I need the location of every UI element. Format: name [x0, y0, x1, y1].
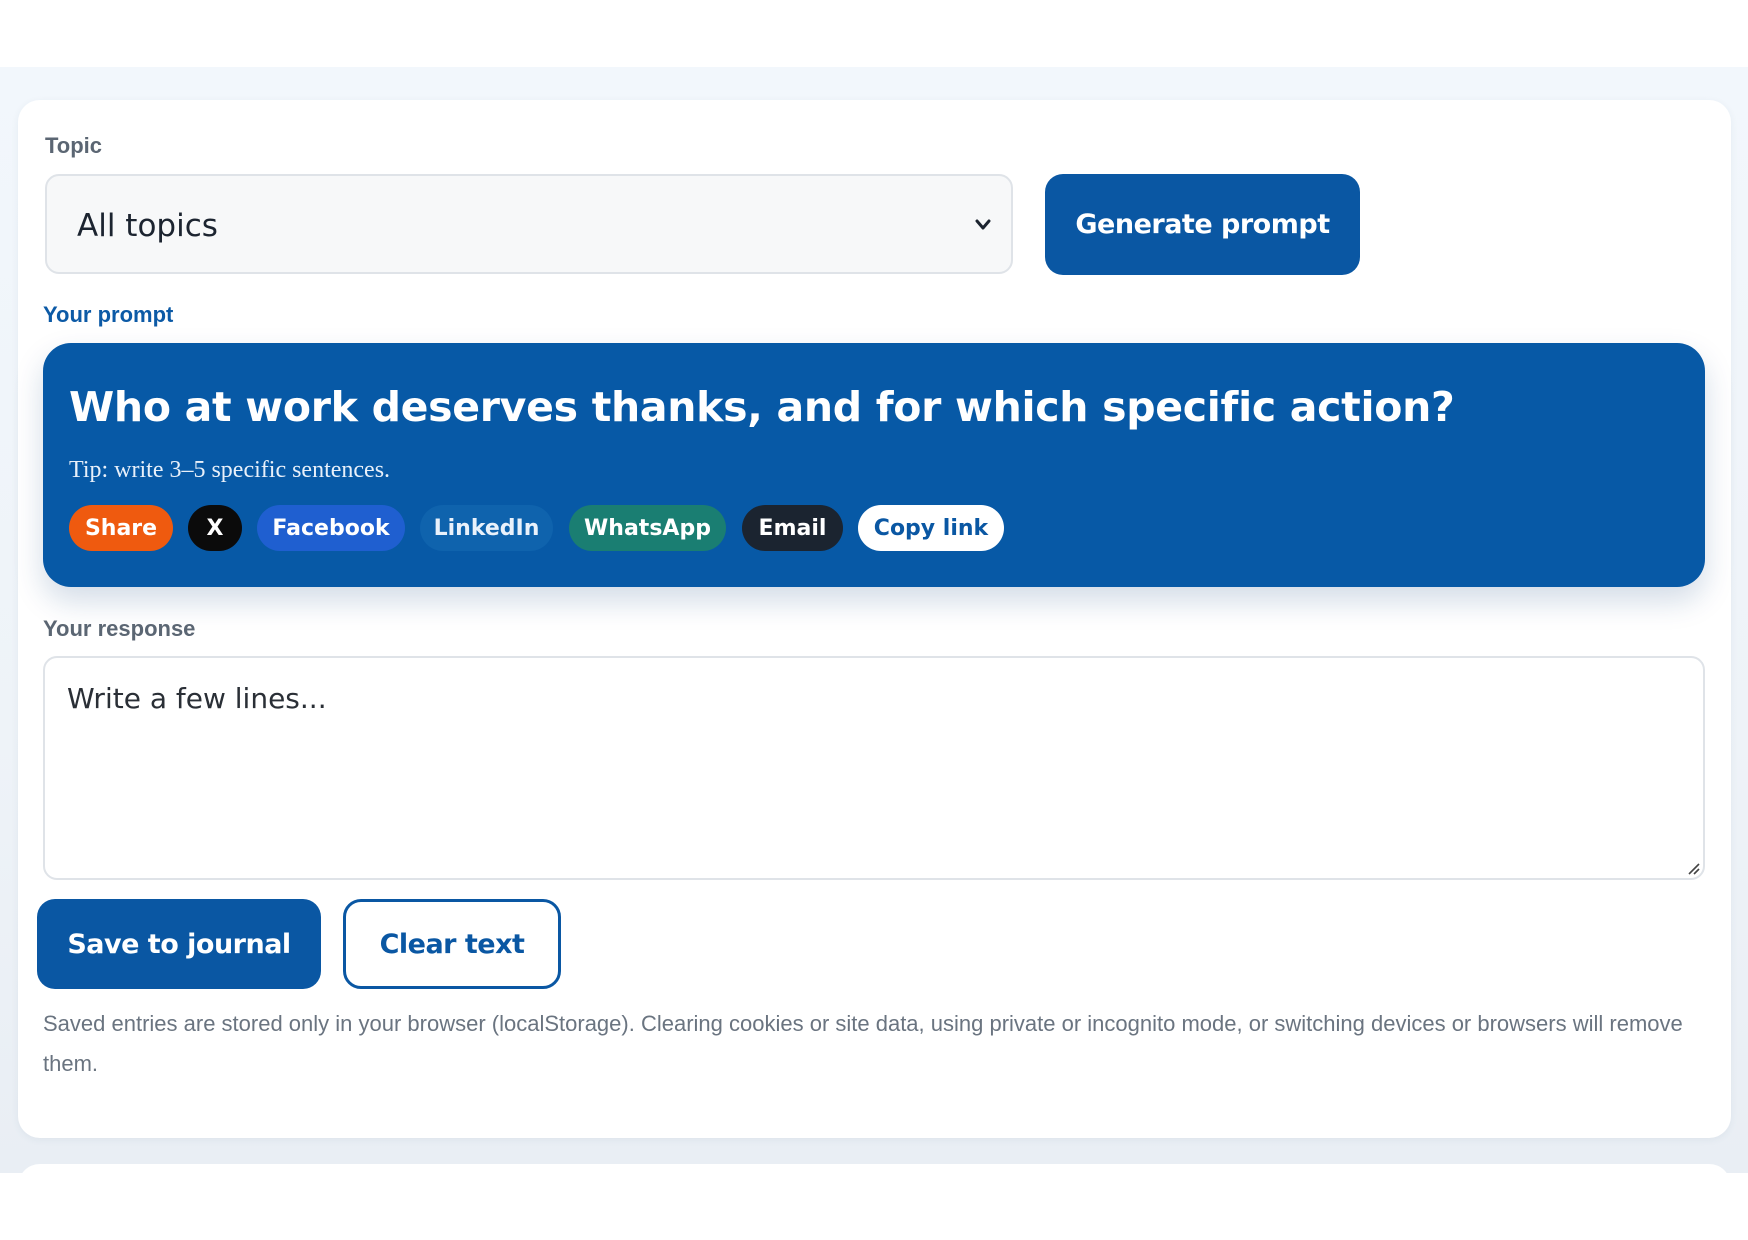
- save-to-journal-button[interactable]: Save to journal: [37, 899, 321, 989]
- prompt-panel: Who at work deserves thanks, and for whi…: [43, 343, 1705, 587]
- response-label: Your response: [43, 616, 196, 641]
- next-card: [18, 1164, 1731, 1204]
- clear-text-button[interactable]: Clear text: [343, 899, 561, 989]
- response-placeholder: Write a few lines...: [67, 682, 327, 715]
- topic-label: Topic: [45, 133, 103, 158]
- prompt-tip: Tip: write 3–5 specific sentences.: [69, 457, 391, 483]
- topic-select-value: All topics: [77, 208, 218, 244]
- generate-prompt-button[interactable]: Generate prompt: [1045, 174, 1360, 275]
- chevron-down-icon: [975, 219, 991, 230]
- share-x-button[interactable]: X: [188, 505, 242, 551]
- share-whatsapp-button[interactable]: WhatsApp: [569, 505, 726, 551]
- share-chip[interactable]: Share: [69, 505, 173, 551]
- resize-handle-icon[interactable]: [1685, 860, 1701, 876]
- share-email-button[interactable]: Email: [742, 505, 843, 551]
- share-linkedin-button[interactable]: LinkedIn: [420, 505, 553, 551]
- copy-link-button[interactable]: Copy link: [858, 505, 1004, 551]
- share-facebook-button[interactable]: Facebook: [257, 505, 405, 551]
- topic-select[interactable]: All topics: [45, 174, 1013, 274]
- storage-note: Saved entries are stored only in your br…: [43, 1011, 1683, 1076]
- prompt-question: Who at work deserves thanks, and for whi…: [69, 383, 1455, 431]
- response-textarea[interactable]: Write a few lines...: [43, 656, 1705, 880]
- prompt-label: Your prompt: [43, 302, 174, 327]
